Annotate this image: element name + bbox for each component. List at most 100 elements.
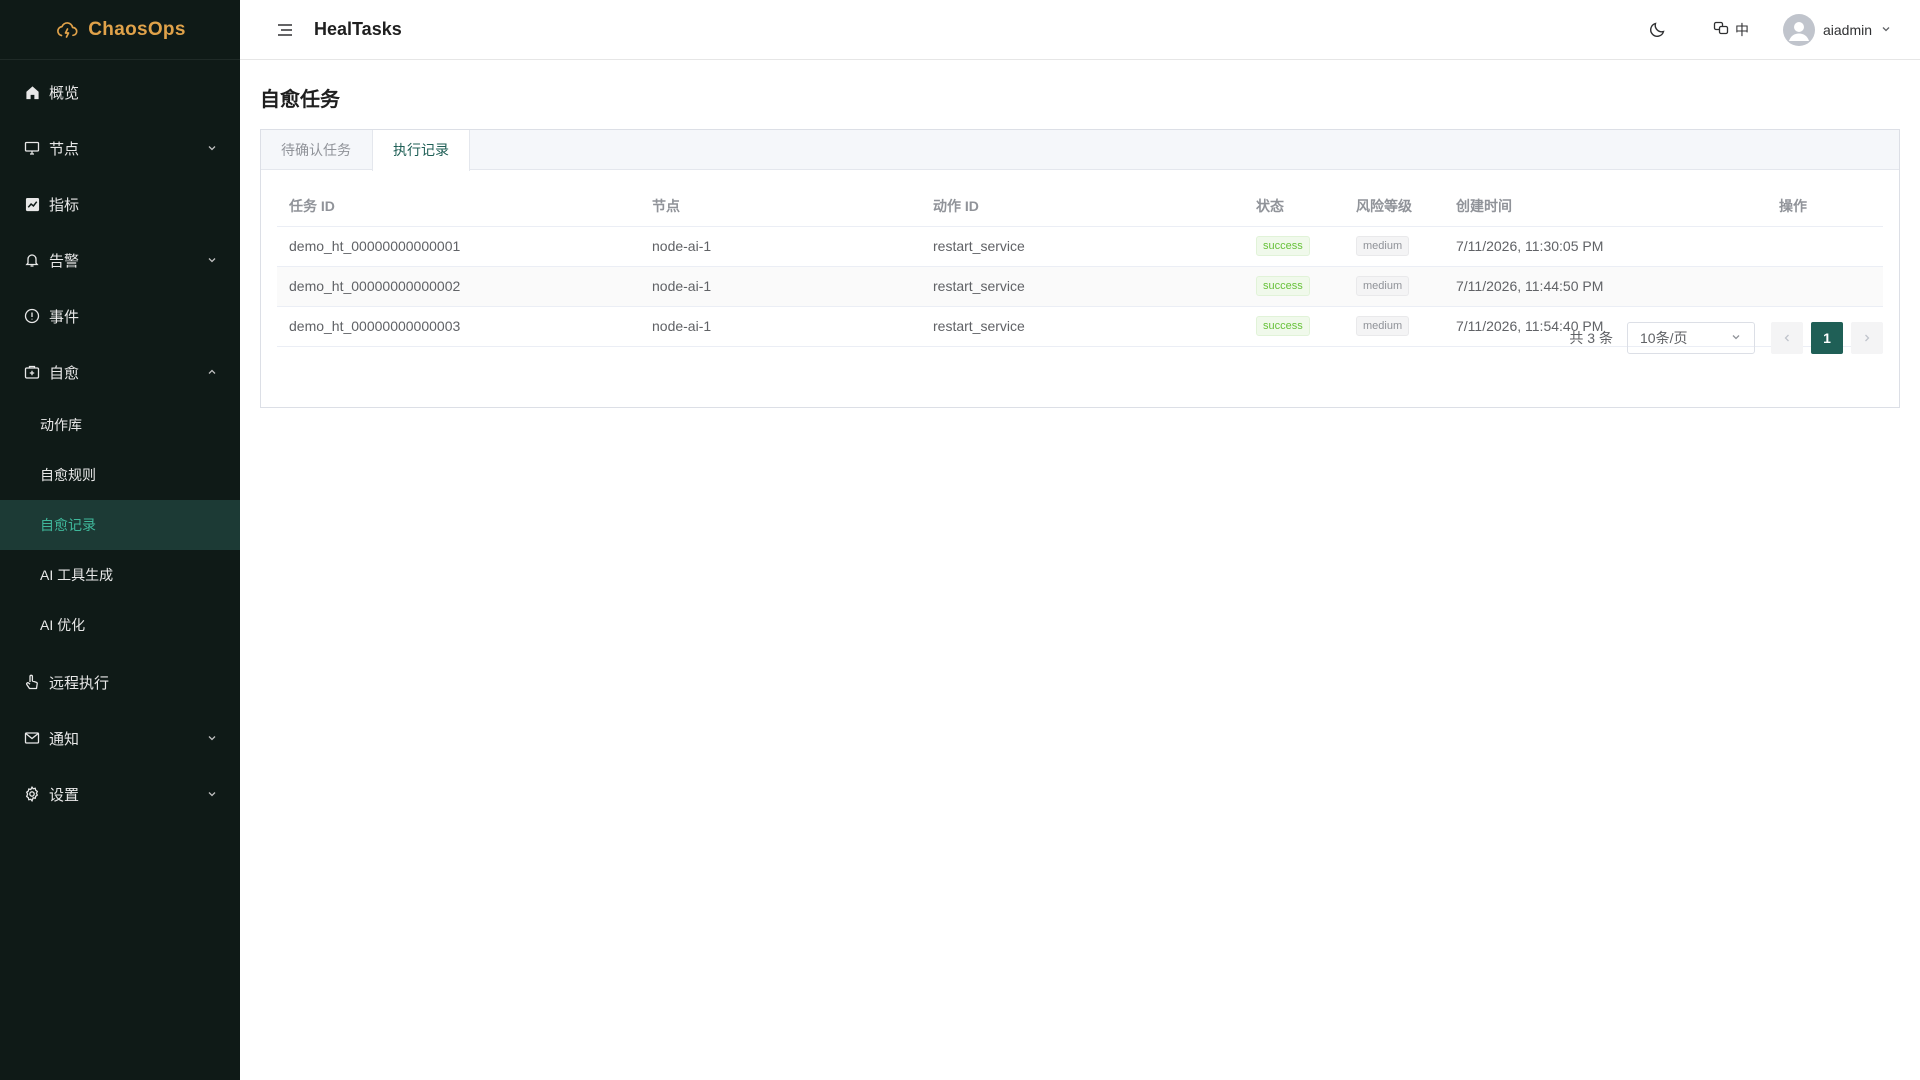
- chart-icon: [24, 196, 40, 212]
- risk-cell: medium: [1344, 226, 1444, 267]
- chevron-down-icon: [206, 142, 218, 154]
- page-number-button[interactable]: 1: [1811, 322, 1843, 354]
- page-size-select[interactable]: 10条/页: [1627, 322, 1755, 354]
- top-header: HealTasks 中 aiadmin: [240, 0, 1920, 60]
- tab-history[interactable]: 执行记录: [372, 130, 470, 171]
- status-badge: success: [1256, 236, 1310, 256]
- risk-cell: medium: [1344, 306, 1444, 347]
- sidebar-item-label: 概览: [49, 84, 80, 102]
- sidebar-item-label: 远程执行: [49, 674, 110, 692]
- cloud-lightning-icon: [54, 17, 80, 43]
- task-id-cell: demo_ht_00000000000003: [277, 306, 640, 347]
- status-cell: success: [1244, 306, 1344, 347]
- risk-cell: medium: [1344, 266, 1444, 307]
- column-header: 任务 ID: [277, 186, 640, 227]
- chevron-down-icon: [1880, 22, 1892, 38]
- hand-pointer-icon: [24, 674, 40, 690]
- language-label: 中: [1734, 21, 1749, 38]
- action-id-cell: restart_service: [921, 266, 1244, 307]
- medkit-icon: [24, 364, 40, 380]
- table-row[interactable]: demo_ht_00000000000001 node-ai-1 restart…: [277, 226, 1883, 267]
- brand[interactable]: ChaosOps: [0, 0, 240, 60]
- sidebar-item-settings[interactable]: 设置: [0, 766, 240, 822]
- task-id-cell: demo_ht_00000000000002: [277, 266, 640, 307]
- node-cell: node-ai-1: [640, 226, 921, 267]
- sidebar-menu: 概览 节点 指标 告警 事件 自愈: [0, 60, 240, 400]
- risk-badge: medium: [1356, 316, 1410, 336]
- sidebar-item-remote-exec[interactable]: 远程执行: [0, 654, 240, 710]
- main-content: 自愈任务 待确认任务 执行记录 任务 ID 节点 动作 ID 状态 风险等级 创…: [240, 61, 1920, 1080]
- username: aiadmin: [1822, 21, 1872, 38]
- column-header: 创建时间: [1444, 186, 1767, 227]
- bell-icon: [24, 252, 40, 268]
- created-cell: 7/11/2026, 11:44:50 PM: [1444, 266, 1767, 307]
- sidebar-item-label: 指标: [49, 196, 80, 214]
- tabs: 待确认任务 执行记录: [261, 130, 1899, 171]
- column-header: 节点: [640, 186, 921, 227]
- action-id-cell: restart_service: [921, 306, 1244, 347]
- page-size-value: 10条/页: [1640, 330, 1688, 346]
- gear-icon: [24, 786, 40, 802]
- page-title: 自愈任务: [260, 89, 340, 111]
- status-badge: success: [1256, 276, 1310, 296]
- app-title: HealTasks: [314, 19, 402, 39]
- prev-page-button[interactable]: [1771, 322, 1803, 354]
- sidebar-item-self-heal[interactable]: 自愈: [0, 344, 240, 400]
- chevron-down-icon: [206, 254, 218, 266]
- page-buttons: 1: [1771, 322, 1883, 354]
- column-header: 动作 ID: [921, 186, 1244, 227]
- avatar: [1782, 13, 1815, 46]
- risk-badge: medium: [1356, 276, 1410, 296]
- sidebar-item-label: 通知: [49, 730, 80, 748]
- chevron-down-icon: [206, 788, 218, 800]
- sidebar-item-notify[interactable]: 通知: [0, 710, 240, 766]
- moon-icon[interactable]: [1649, 20, 1669, 40]
- node-cell: node-ai-1: [640, 266, 921, 307]
- actions-cell: [1767, 226, 1883, 267]
- user-menu[interactable]: aiadmin: [1782, 13, 1892, 46]
- sidebar: ChaosOps 概览 节点 指标 告警 事件 自愈 动作库 自愈规则 自愈记录…: [0, 0, 240, 1080]
- self-heal-submenu: 动作库 自愈规则 自愈记录 AI 工具生成 AI 优化: [0, 400, 240, 650]
- brand-name: ChaosOps: [88, 18, 186, 40]
- sidebar-item-alerts[interactable]: 告警: [0, 232, 240, 288]
- actions-cell: [1767, 266, 1883, 307]
- column-header: 状态: [1244, 186, 1344, 227]
- total-count: 共 3 条: [1569, 330, 1613, 346]
- sidebar-subitem-action-library[interactable]: 动作库: [0, 400, 240, 450]
- sidebar-subitem-ai-tool-gen[interactable]: AI 工具生成: [0, 550, 240, 600]
- monitor-icon: [24, 140, 40, 156]
- task-id-cell: demo_ht_00000000000001: [277, 226, 640, 267]
- risk-badge: medium: [1356, 236, 1410, 256]
- sidebar-item-events[interactable]: 事件: [0, 288, 240, 344]
- chevron-up-icon: [206, 366, 218, 378]
- status-cell: success: [1244, 266, 1344, 307]
- table-row[interactable]: demo_ht_00000000000002 node-ai-1 restart…: [277, 266, 1883, 307]
- sidebar-item-label: 告警: [49, 252, 80, 270]
- table-header-row: 任务 ID 节点 动作 ID 状态 风险等级 创建时间 操作: [277, 186, 1883, 227]
- language-switch[interactable]: 中: [1713, 20, 1749, 40]
- next-page-button[interactable]: [1851, 322, 1883, 354]
- sidebar-item-nodes[interactable]: 节点: [0, 120, 240, 176]
- tab-pending[interactable]: 待确认任务: [261, 130, 372, 170]
- action-id-cell: restart_service: [921, 226, 1244, 267]
- sidebar-menu-lower: 远程执行 通知 设置: [0, 650, 240, 822]
- status-badge: success: [1256, 316, 1310, 336]
- node-cell: node-ai-1: [640, 306, 921, 347]
- sidebar-item-metrics[interactable]: 指标: [0, 176, 240, 232]
- sidebar-item-overview[interactable]: 概览: [0, 64, 240, 120]
- sidebar-subitem-heal-records[interactable]: 自愈记录: [0, 500, 240, 550]
- header-actions: 中 aiadmin: [1649, 0, 1920, 60]
- home-icon: [24, 84, 40, 100]
- column-header: 操作: [1767, 186, 1883, 227]
- menu-toggle-icon[interactable]: [276, 21, 294, 39]
- sidebar-subitem-ai-optimize[interactable]: AI 优化: [0, 600, 240, 650]
- sidebar-item-label: 设置: [49, 786, 80, 804]
- tasks-card: 待确认任务 执行记录 任务 ID 节点 动作 ID 状态 风险等级 创建时间 操…: [260, 129, 1900, 408]
- mail-icon: [24, 730, 40, 746]
- sidebar-subitem-heal-rules[interactable]: 自愈规则: [0, 450, 240, 500]
- column-header: 风险等级: [1344, 186, 1444, 227]
- pagination: 共 3 条 10条/页 1: [1569, 322, 1883, 354]
- chevron-down-icon: [1730, 330, 1742, 346]
- sidebar-item-label: 节点: [49, 140, 80, 158]
- created-cell: 7/11/2026, 11:30:05 PM: [1444, 226, 1767, 267]
